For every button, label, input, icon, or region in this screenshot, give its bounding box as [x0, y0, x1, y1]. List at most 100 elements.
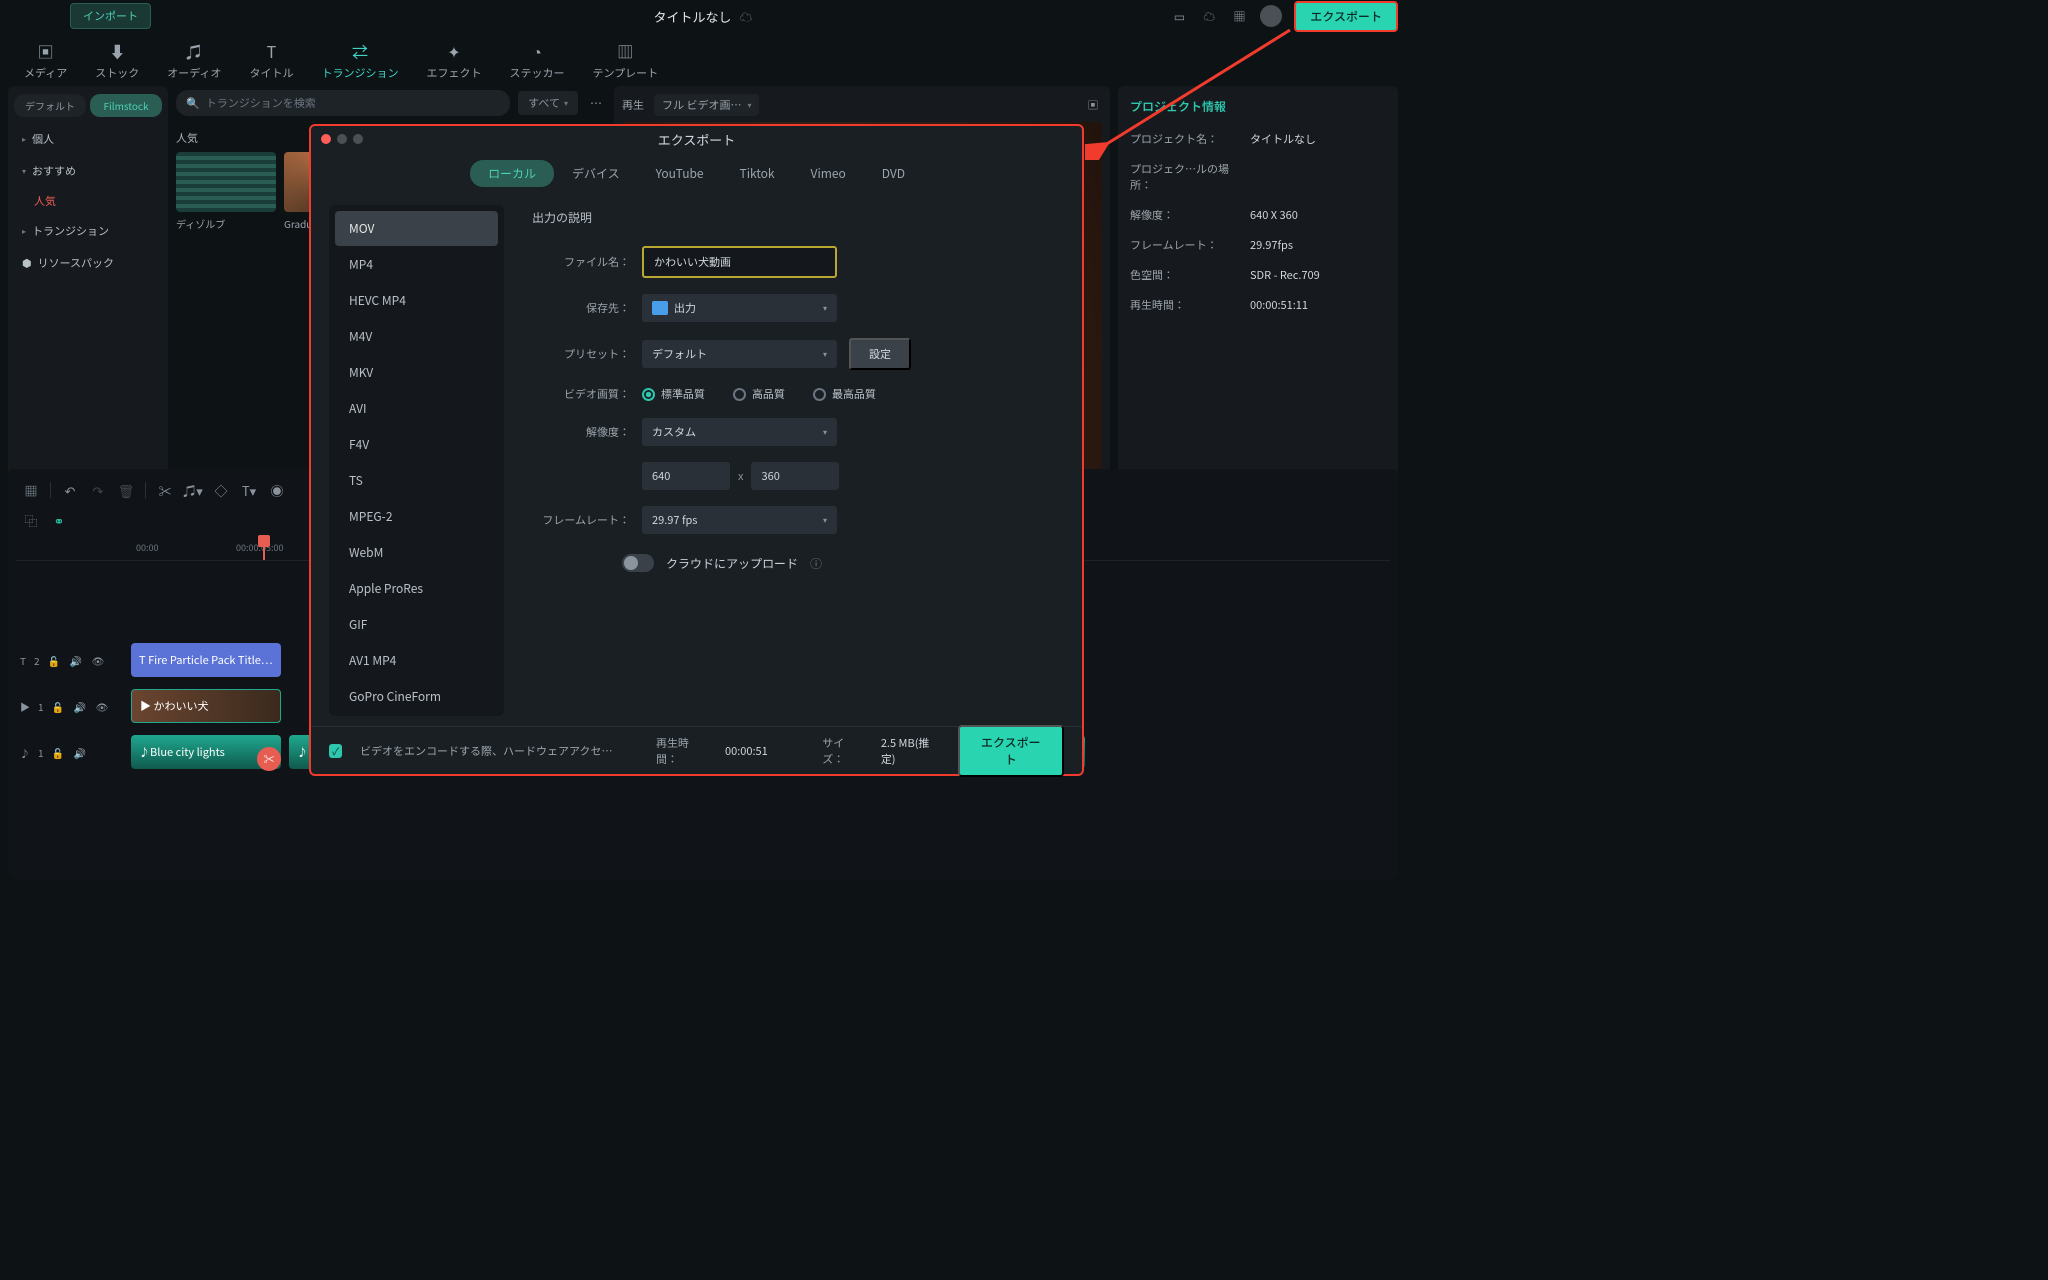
cloud-icon[interactable]: ☁	[1200, 7, 1218, 25]
settings-button[interactable]: 設定	[849, 338, 911, 370]
preset-select[interactable]: デフォルト▾	[642, 340, 837, 368]
template-icon: ▥	[614, 41, 636, 61]
mute-icon[interactable]: 🔊	[70, 653, 84, 667]
redo-icon[interactable]: ↷	[89, 481, 107, 499]
quality-high[interactable]: 高品質	[733, 386, 785, 402]
tab-vimeo[interactable]: Vimeo	[793, 160, 864, 187]
tab-youtube[interactable]: YouTube	[638, 160, 722, 187]
snapshot-icon[interactable]: ▣	[1084, 96, 1102, 114]
tab-device[interactable]: デバイス	[554, 160, 638, 187]
transition-thumb[interactable]: ディゾルブ	[176, 152, 276, 231]
quality-standard[interactable]: 標準品質	[642, 386, 705, 402]
tab-template[interactable]: ▥テンプレート	[578, 41, 672, 81]
cut-icon[interactable]: ✂	[156, 481, 174, 499]
media-icon: ▣	[35, 41, 57, 61]
playhead[interactable]	[263, 541, 265, 560]
help-icon[interactable]: ⓘ	[810, 555, 822, 572]
lock-icon[interactable]: 🔓	[52, 699, 66, 713]
avatar[interactable]	[1260, 5, 1282, 27]
tab-transition[interactable]: ⇄トランジション	[307, 41, 412, 81]
tab-stock[interactable]: ⬇ストック	[81, 41, 153, 81]
import-button[interactable]: インポート	[70, 3, 151, 29]
format-mpeg2[interactable]: MPEG-2	[335, 499, 498, 534]
sidebar-item-personal[interactable]: ▸個人	[14, 125, 162, 153]
format-prores[interactable]: Apple ProRes	[335, 571, 498, 606]
resolution-select[interactable]: カスタム▾	[642, 418, 837, 446]
search-input[interactable]: 🔍 トランジションを検索	[176, 90, 510, 116]
cloud-sync-icon[interactable]: ☁	[740, 7, 753, 26]
transition-icon: ⇄	[349, 41, 371, 61]
pill-default[interactable]: デフォルト	[14, 94, 86, 117]
hw-accel-checkbox[interactable]: ✓	[329, 744, 342, 758]
tab-local[interactable]: ローカル	[470, 160, 554, 187]
format-hevc[interactable]: HEVC MP4	[335, 283, 498, 318]
info-title: プロジェクト情報	[1130, 98, 1386, 115]
sidebar-item-recommend[interactable]: ▾おすすめ	[14, 157, 162, 185]
quality-best[interactable]: 最高品質	[813, 386, 876, 402]
width-input[interactable]: 640	[642, 462, 730, 490]
tab-tiktok[interactable]: Tiktok	[722, 160, 793, 187]
format-av1[interactable]: AV1 MP4	[335, 643, 498, 678]
maximize-icon[interactable]	[353, 134, 363, 144]
sidebar-item-transitions[interactable]: ▸トランジション	[14, 217, 162, 245]
cloud-upload-label: クラウドにアップロード	[666, 555, 798, 572]
format-wav[interactable]: WAV	[335, 715, 498, 716]
format-f4v[interactable]: F4V	[335, 427, 498, 462]
layout-icon[interactable]: ▦	[22, 481, 40, 499]
tab-effect[interactable]: ✦エフェクト	[412, 41, 495, 81]
export-dest-tabs: ローカル デバイス YouTube Tiktok Vimeo DVD	[311, 152, 1082, 195]
pill-filmstock[interactable]: Filmstock	[90, 94, 162, 117]
format-avi[interactable]: AVI	[335, 391, 498, 426]
format-webm[interactable]: WebM	[335, 535, 498, 570]
filter-select[interactable]: すべて▾	[518, 91, 578, 115]
format-gif[interactable]: GIF	[335, 607, 498, 642]
modal-export-button[interactable]: エクスポート	[958, 725, 1064, 777]
format-cineform[interactable]: GoPro CineForm	[335, 679, 498, 714]
track-type-icon: T	[20, 653, 26, 668]
mute-icon[interactable]: 🔊	[74, 699, 88, 713]
sidebar-sub-popular[interactable]: 人気	[14, 189, 162, 213]
eye-icon[interactable]: 👁	[96, 699, 110, 713]
mute-icon[interactable]: 🔊	[74, 745, 88, 759]
tab-sticker[interactable]: ◔ステッカー	[495, 41, 578, 81]
eye-icon[interactable]: 👁	[92, 653, 106, 667]
cloud-upload-toggle[interactable]	[622, 554, 654, 572]
tab-dvd[interactable]: DVD	[864, 160, 923, 187]
minimize-icon[interactable]	[337, 134, 347, 144]
undo-icon[interactable]: ↶	[61, 481, 79, 499]
tab-media[interactable]: ▣メディア	[10, 41, 81, 81]
export-modal: エクスポート ローカル デバイス YouTube Tiktok Vimeo DV…	[309, 124, 1084, 776]
text-tool-icon[interactable]: T▾	[240, 481, 258, 499]
format-mov[interactable]: MOV	[335, 211, 498, 246]
format-mp4[interactable]: MP4	[335, 247, 498, 282]
fps-select[interactable]: 29.97 fps▾	[642, 506, 837, 534]
filename-input[interactable]	[642, 246, 837, 278]
preview-mode-select[interactable]: フル ビデオ画…▾	[654, 94, 759, 116]
height-input[interactable]: 360	[751, 462, 839, 490]
close-icon[interactable]	[321, 134, 331, 144]
chevron-down-icon: ▾	[747, 100, 751, 111]
modal-footer: ✓ ビデオをエンコードする際、ハードウェアアクセラレーション… 再生時間： 00…	[311, 726, 1082, 774]
marker-icon[interactable]: ◉	[268, 481, 286, 499]
tab-audio[interactable]: ♫オーディオ	[153, 41, 235, 81]
video-clip[interactable]: ▶ かわいい犬	[131, 689, 281, 723]
title-clip[interactable]: T Fire Particle Pack Title…	[131, 643, 281, 677]
lock-icon[interactable]: 🔓	[48, 653, 62, 667]
format-m4v[interactable]: M4V	[335, 319, 498, 354]
format-ts[interactable]: TS	[335, 463, 498, 498]
link-icon[interactable]: ⚭	[50, 511, 68, 529]
monitor-icon[interactable]: ▭	[1170, 7, 1188, 25]
audio-tool-icon[interactable]: ♫▾	[184, 481, 202, 499]
cut-badge-icon[interactable]: ✂	[257, 747, 281, 771]
export-button[interactable]: エクスポート	[1294, 1, 1398, 32]
lock-icon[interactable]: 🔓	[52, 745, 66, 759]
delete-icon[interactable]: 🗑	[117, 481, 135, 499]
saveto-select[interactable]: 出力 ▾	[642, 294, 837, 322]
tab-title[interactable]: Tタイトル	[235, 41, 307, 81]
more-icon[interactable]: ⋯	[586, 95, 606, 112]
grid-icon[interactable]: ▦	[1230, 7, 1248, 25]
tag-icon[interactable]: ◇	[212, 481, 230, 499]
format-mkv[interactable]: MKV	[335, 355, 498, 390]
nest-icon[interactable]: ⿻	[22, 511, 40, 529]
sidebar-item-resourcepack[interactable]: ⬢リソースパック	[14, 249, 162, 277]
